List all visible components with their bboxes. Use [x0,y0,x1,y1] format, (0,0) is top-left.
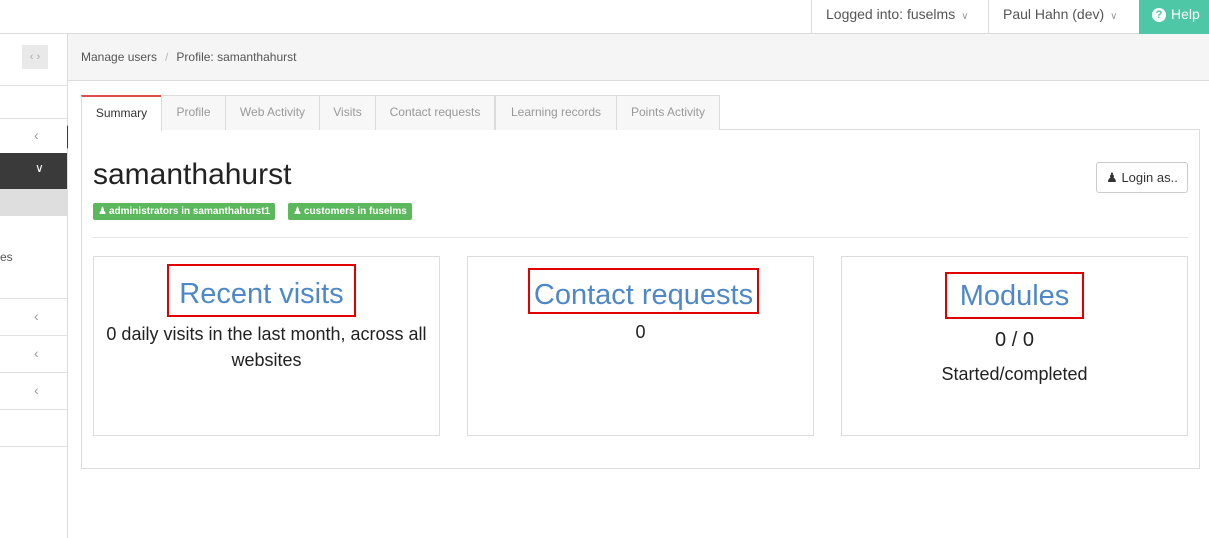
sidebar-toggle-button[interactable]: ‹ › [22,45,48,69]
top-bar: Logged into: fuselms ∨ Paul Hahn (dev) ∨ ?… [0,0,1209,34]
badge-label: customers in fuselms [303,206,407,217]
chevron-left-icon[interactable]: ‹ [34,382,39,398]
profile-divider [93,237,1188,238]
sidebar-item-label[interactable]: es [0,250,13,264]
login-as-button[interactable]: ♟ Login as.. [1096,162,1188,193]
modules-count: 0 / 0 [995,329,1034,351]
login-as-label: Login as.. [1121,170,1178,185]
user-icon: ♟ [1106,170,1118,185]
user-name-label: Paul Hahn (dev) [1003,6,1105,22]
user-group-icon: ♟ [98,206,107,217]
sidebar: ‹ › ‹ ∨ es ‹ ‹ ‹ [0,34,68,538]
chevron-left-icon[interactable]: ‹ [34,127,39,143]
modules-card: Modules 0 / 0 Started/completed [841,256,1188,436]
sidebar-subitem-active[interactable] [0,189,67,216]
badge-label: administrators in samanthahurst1 [108,206,271,217]
chevron-down-icon: ∨ [35,161,44,175]
sidebar-divider [0,118,67,119]
tab-points-activity[interactable]: Points Activity [616,95,720,130]
modules-title[interactable]: Modules [945,272,1084,319]
contact-requests-title[interactable]: Contact requests [528,268,759,314]
chevron-down-icon: ∨ [961,11,969,22]
profile-username: samanthahurst [93,158,292,191]
help-label: Help [1171,6,1200,22]
sidebar-divider [0,409,67,410]
chevron-down-icon: ∨ [1110,11,1118,22]
sidebar-divider [0,372,67,373]
contact-requests-card: Contact requests 0 [467,256,814,436]
breadcrumb-current-profile: Profile: samanthahurst [176,50,297,64]
tab-web-activity[interactable]: Web Activity [225,95,320,130]
recent-visits-card: Recent visits 0 daily visits in the last… [93,256,440,436]
modules-caption: Started/completed [941,364,1088,384]
question-circle-icon: ? [1152,8,1166,22]
recent-visits-summary: 0 daily visits in the last month, across… [106,324,427,370]
breadcrumb: Manage users / Profile: samanthahurst [68,34,1209,81]
tab-summary[interactable]: Summary [81,95,162,131]
breadcrumb-separator: / [165,50,169,64]
recent-visits-title[interactable]: Recent visits [167,264,356,317]
breadcrumb-manage-users[interactable]: Manage users [81,50,157,64]
tab-contact-requests[interactable]: Contact requests [375,95,495,130]
tab-learning-records[interactable]: Learning records [495,95,617,130]
sidebar-divider [0,446,67,447]
sidebar-divider [0,85,67,86]
logged-into-dropdown[interactable]: Logged into: fuselms ∨ [811,0,989,34]
chevron-left-icon[interactable]: ‹ [34,345,39,361]
user-group-icon: ♟ [293,206,302,217]
sidebar-item-active[interactable]: ∨ [0,153,67,189]
left-right-chevrons-icon: ‹ › [29,51,41,63]
help-button[interactable]: ? Help [1139,0,1209,34]
sidebar-divider [0,298,67,299]
chevron-left-icon[interactable]: ‹ [34,308,39,324]
contact-requests-count: 0 [635,322,646,342]
user-menu-dropdown[interactable]: Paul Hahn (dev) ∨ [988,0,1139,34]
logged-into-label: Logged into: fuselms [826,6,956,22]
group-badge: ♟ administrators in samanthahurst1 [93,203,276,220]
sidebar-divider [0,335,67,336]
tab-visits[interactable]: Visits [319,95,376,130]
group-badge: ♟ customers in fuselms [288,203,412,220]
tab-profile[interactable]: Profile [161,95,226,130]
